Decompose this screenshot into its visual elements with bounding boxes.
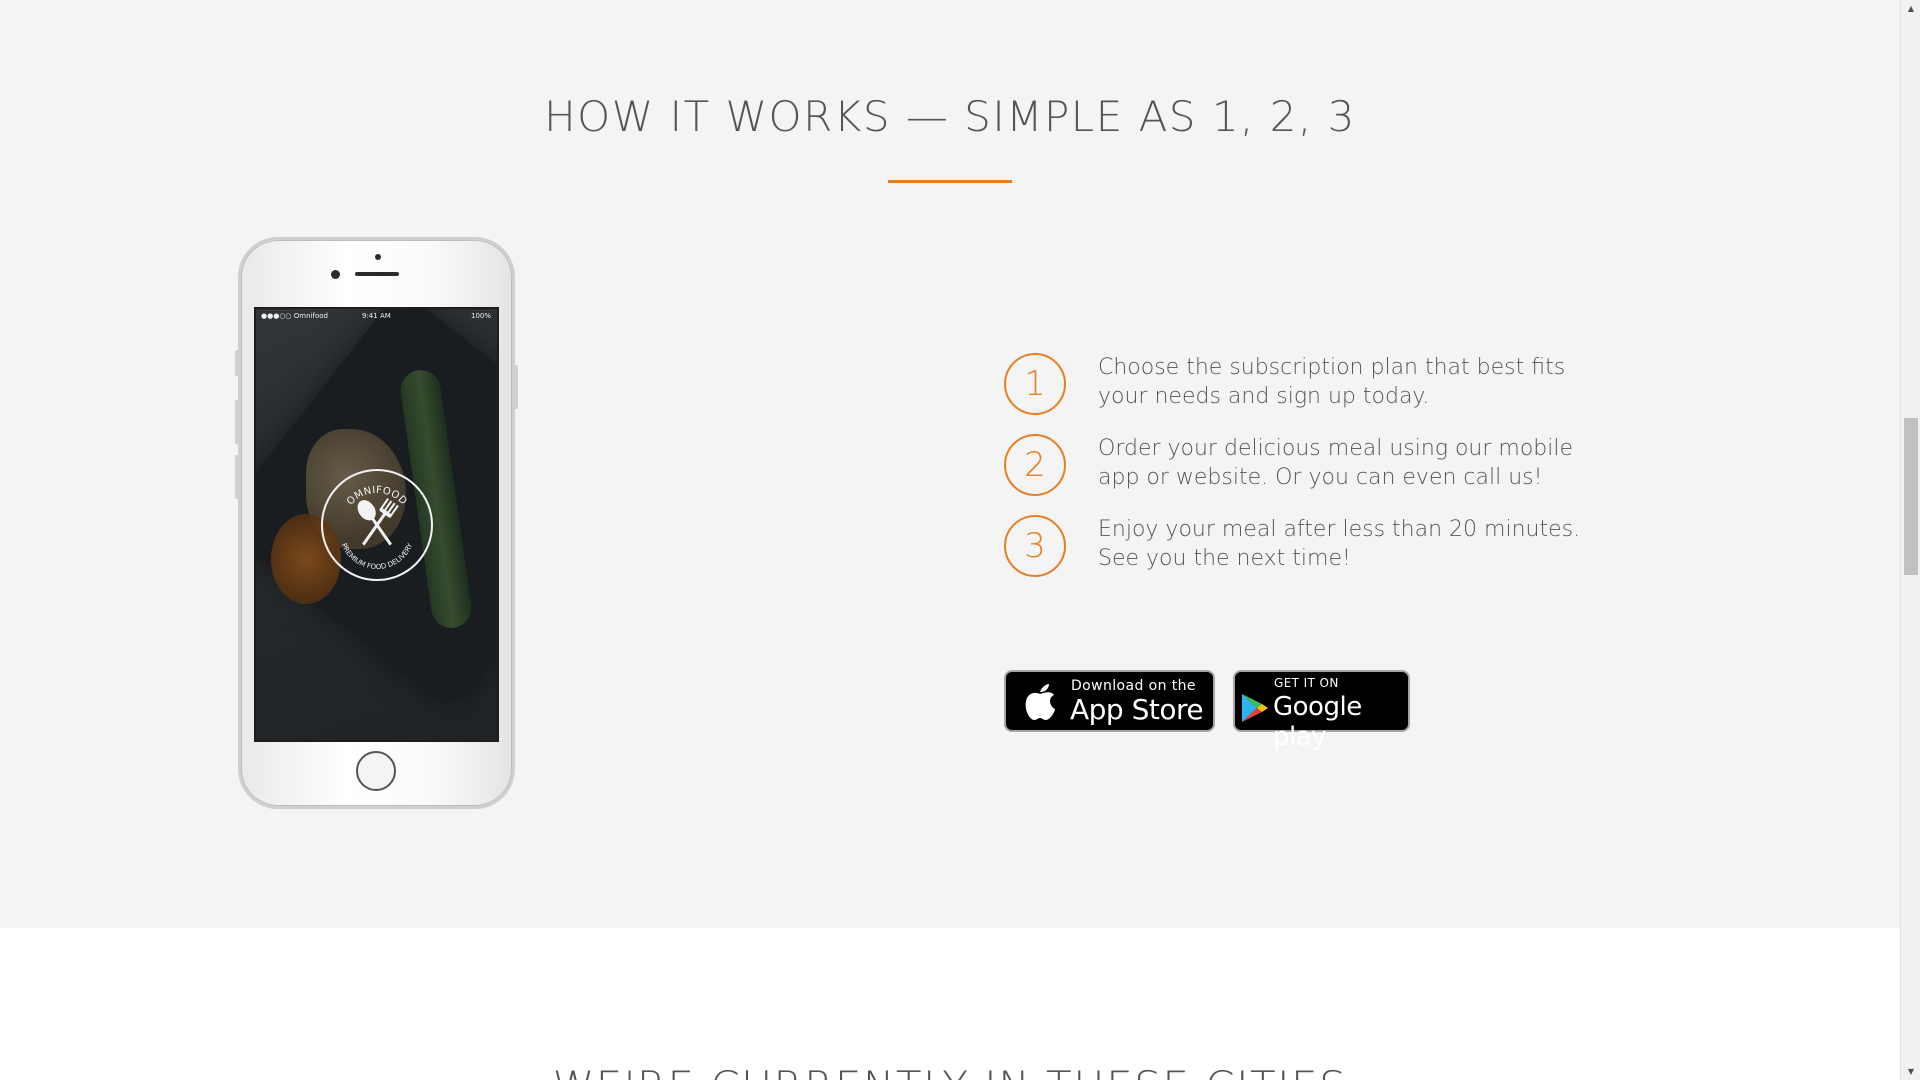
step-item: 1 Choose the subscription plan that best… [1004, 353, 1604, 423]
google-play-button[interactable]: GET IT ON Google play [1233, 670, 1410, 752]
google-play-big-text: Google play [1273, 692, 1362, 752]
phone-camera [331, 270, 340, 279]
cities-section: WE'RE CURRENTLY IN THESE CITIES [0, 928, 1900, 1080]
scroll-up-icon[interactable]: ▲ [1901, 0, 1920, 17]
app-store-small-text: Download on the [1071, 678, 1196, 694]
app-phone-mockup: ●●●○○ Omnifood 9:41 AM 100% OMNIFOOD PRE… [235, 237, 518, 809]
phone-status-bar: ●●●○○ Omnifood 9:41 AM 100% [256, 309, 497, 323]
step-text: Enjoy your meal after less than 20 minut… [1098, 517, 1581, 571]
status-battery: 100% [470, 312, 491, 320]
step-item: 2 Order your delicious meal using our mo… [1004, 434, 1604, 504]
section-title: HOW IT WORKS — SIMPLE AS 1, 2, 3 [544, 92, 1356, 141]
page-scrollbar[interactable]: ▲ ▼ [1900, 0, 1920, 1080]
logo-bottom-text: PREMIUM FOOD DELIVERY [340, 541, 415, 571]
omnifood-logo-badge: OMNIFOOD PREMIUM FOOD DELIVERY [321, 469, 433, 581]
scrollbar-thumb[interactable] [1904, 418, 1918, 575]
scroll-down-icon[interactable]: ▼ [1901, 1063, 1920, 1080]
phone-sensor [375, 254, 381, 260]
phone-mute-switch [235, 350, 239, 376]
phone-power-button [514, 365, 518, 409]
page: HOW IT WORKS — SIMPLE AS 1, 2, 3 ●●●○○ O… [0, 0, 1900, 1080]
step-number: 2 [1004, 434, 1066, 496]
apple-icon [1025, 684, 1055, 720]
step-item: 3 Enjoy your meal after less than 20 min… [1004, 515, 1604, 585]
step-number: 3 [1004, 515, 1066, 577]
step-text: Choose the subscription plan that best f… [1098, 355, 1566, 409]
svg-text:OMNIFOOD: OMNIFOOD [345, 485, 409, 508]
phone-home-button [356, 751, 396, 791]
section-title: WE'RE CURRENTLY IN THESE CITIES [0, 1062, 1900, 1080]
google-play-icon [1242, 694, 1268, 722]
status-time: 9:41 AM [362, 312, 391, 320]
phone-speaker [355, 272, 399, 276]
step-text: Order your delicious meal using our mobi… [1098, 436, 1574, 490]
app-store-big-text: App Store [1070, 693, 1204, 726]
svg-text:PREMIUM FOOD DELIVERY: PREMIUM FOOD DELIVERY [340, 541, 415, 571]
phone-volume-up [235, 400, 239, 444]
phone-volume-down [235, 455, 239, 499]
logo-top-text: OMNIFOOD [345, 485, 409, 508]
app-store-button[interactable]: Download on the App Store [1004, 670, 1215, 732]
title-underline [888, 180, 1012, 183]
status-carrier: ●●●○○ Omnifood [261, 312, 328, 320]
omnifood-logo-icon: OMNIFOOD PREMIUM FOOD DELIVERY [340, 485, 415, 571]
google-play-small-text: GET IT ON [1274, 676, 1339, 690]
how-it-works-section: HOW IT WORKS — SIMPLE AS 1, 2, 3 ●●●○○ O… [0, 0, 1900, 928]
phone-screen: ●●●○○ Omnifood 9:41 AM 100% OMNIFOOD PRE… [254, 307, 499, 742]
step-number: 1 [1004, 353, 1066, 415]
